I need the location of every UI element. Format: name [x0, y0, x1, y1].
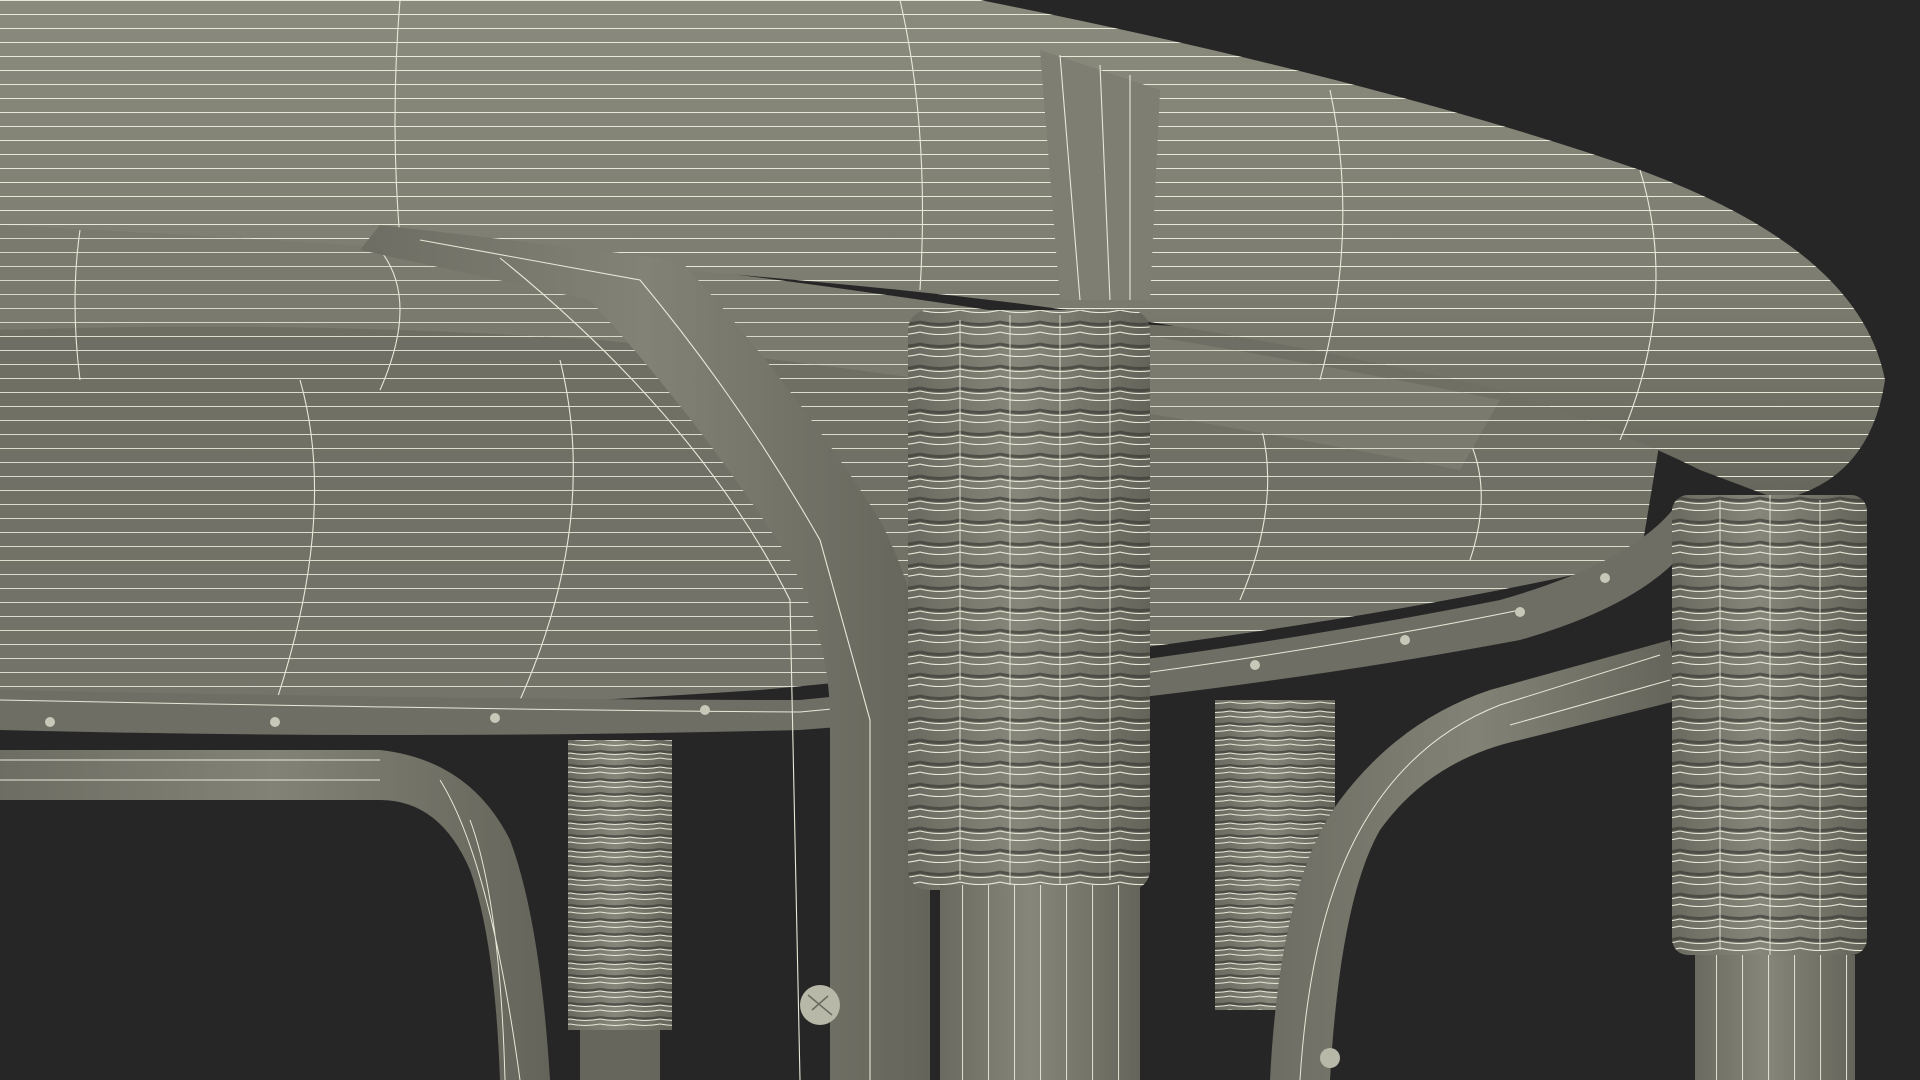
back-left-post	[568, 740, 672, 1080]
right-coiled-post	[1672, 495, 1867, 1080]
wireframe-render-viewport	[0, 0, 1920, 1080]
center-coiled-post	[908, 310, 1150, 1080]
